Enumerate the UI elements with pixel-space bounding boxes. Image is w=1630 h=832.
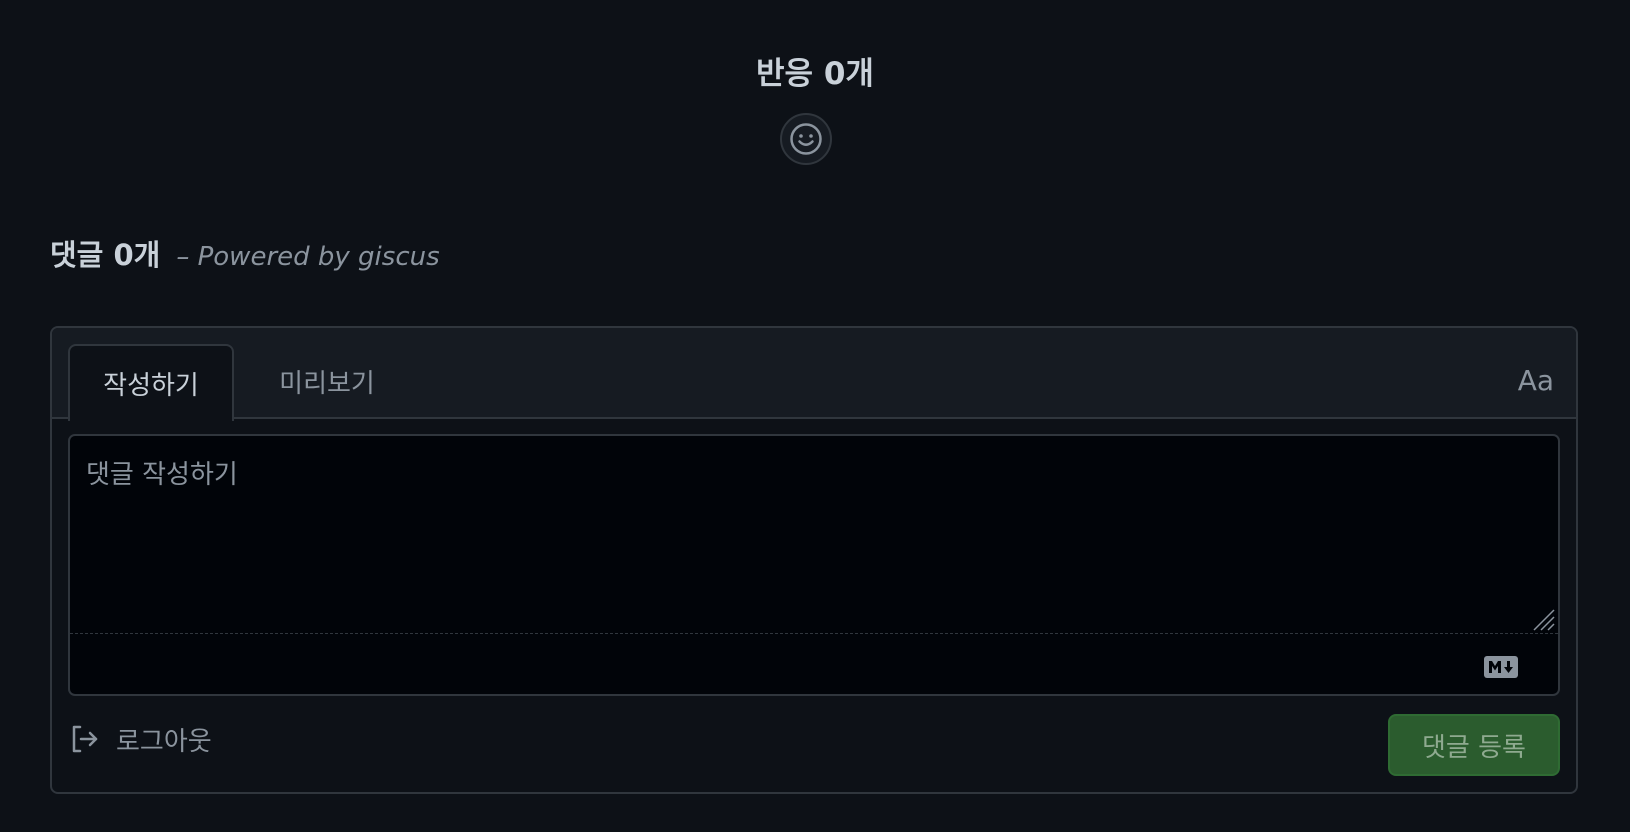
comment-editor	[68, 434, 1560, 696]
tab-preview[interactable]: 미리보기	[244, 344, 410, 419]
editor-tab-bar: 작성하기 미리보기 Aa	[52, 328, 1576, 421]
logout-label: 로그아웃	[116, 726, 212, 757]
tab-write[interactable]: 작성하기	[68, 344, 234, 421]
submit-comment-button[interactable]: 댓글 등록	[1388, 714, 1560, 776]
comments-header: 댓글 0개 – Powered by giscus	[50, 232, 440, 280]
font-toggle-button[interactable]: Aa	[1518, 364, 1554, 397]
smiley-icon	[790, 123, 822, 155]
powered-by-label: – Powered by giscus	[176, 242, 440, 272]
comments-count: 댓글 0개	[50, 238, 161, 272]
resize-handle-icon[interactable]	[1530, 606, 1556, 632]
sign-out-icon	[72, 725, 98, 753]
add-reaction-button[interactable]	[780, 113, 832, 165]
giscus-comments-widget: 반응 0개 댓글 0개 – Powered by giscus 작성하기 미리보…	[0, 0, 1630, 832]
reactions-title: 반응 0개	[756, 56, 874, 92]
logout-button[interactable]: 로그아웃	[70, 714, 212, 764]
comment-input[interactable]	[70, 436, 1558, 634]
comment-box: 작성하기 미리보기 Aa 로그아웃 댓글	[50, 326, 1578, 794]
markdown-icon	[1484, 656, 1518, 678]
